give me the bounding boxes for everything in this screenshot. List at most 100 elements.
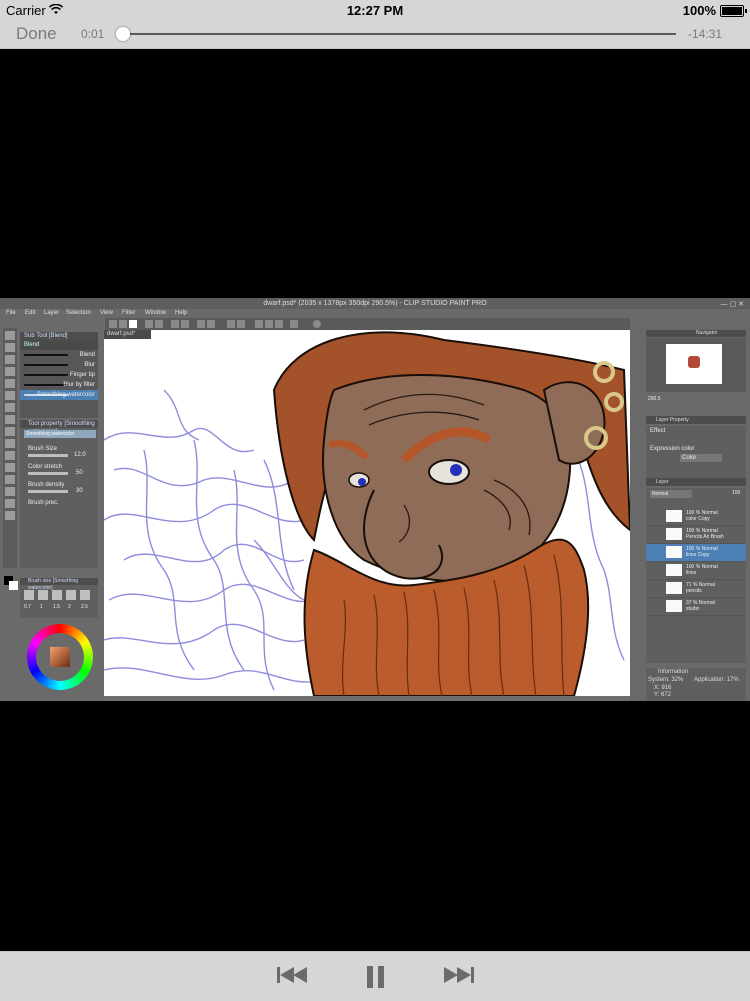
left-panel: Sub Tool [Blend] Blend Blend Blur Finger… [0, 318, 104, 701]
menu-item-filter: Filter [122, 310, 136, 316]
remaining-time: -14:31 [687, 27, 722, 41]
layer-property-panel: Effect Expression color Color [646, 426, 746, 478]
navigator-panel [646, 338, 746, 392]
tool-strip [3, 328, 17, 568]
app-title-bar: dwarf.psd* (2035 x 1378px 350dpi 290.5%)… [0, 298, 750, 309]
property-label: Brush Size [28, 446, 58, 452]
subtool-item: Blur [20, 360, 98, 370]
property-label: Brush prec. [28, 500, 59, 506]
brush-size-value: 2.5 [81, 604, 88, 610]
scrubber-thumb[interactable] [116, 27, 130, 41]
expression-color-select: Color [680, 454, 722, 462]
expression-color-label: Expression color [650, 446, 695, 452]
color-swatches [4, 576, 18, 590]
menu-item-selection: Selection [66, 310, 91, 316]
navigator-label: Navigator [646, 330, 746, 337]
color-stretch-slider [28, 472, 68, 475]
brush-size-value: 0.7 [24, 604, 31, 610]
status-bar: Carrier 12:27 PM 100% [0, 0, 750, 20]
brush-size-slider [28, 454, 68, 457]
subtool-header: Sub Tool [Blend] [20, 332, 98, 340]
player-controls-bar [0, 951, 750, 1001]
effect-label: Effect [650, 428, 666, 434]
done-button[interactable]: Done [16, 24, 57, 44]
layer-row: 100 % Normal lines [646, 562, 746, 580]
app-menu-bar: File Edit Layer Selection View Filter Wi… [0, 309, 750, 318]
clock: 12:27 PM [346, 3, 404, 18]
brush-size-value: 2 [68, 604, 71, 610]
subtool-item: Blur by filter [20, 380, 98, 390]
tool-property-name: Smoothing watercolor [24, 430, 96, 438]
scrubber-track[interactable] [122, 33, 676, 35]
brush-size-value: 1 [40, 604, 43, 610]
elapsed-time: 0:01 [81, 27, 105, 41]
info-panel: Information System: 32% Application: 17%… [646, 668, 746, 701]
subtool-label: Blur [84, 362, 95, 368]
menu-item-help: Help [175, 310, 188, 316]
brush-size-value: 1.5 [53, 604, 60, 610]
blend-mode-select: Normal [650, 490, 692, 498]
layer-text: color Copy [686, 516, 710, 522]
app-title: dwarf.psd* (2035 x 1378px 350dpi 290.5%)… [263, 300, 487, 307]
player-top-bar: Done 0:01 -14:31 [0, 20, 750, 49]
menu-item-window: Window [145, 310, 167, 316]
video-frame[interactable]: dwarf.psd* (2035 x 1378px 350dpi 290.5%)… [0, 298, 750, 701]
layer-text: studio [686, 606, 700, 612]
application-usage: Application: 17% [694, 677, 739, 683]
layer-row: 71 % Normal pencils [646, 580, 746, 598]
command-bar [105, 318, 630, 330]
previous-icon[interactable] [276, 965, 310, 990]
property-value: 50 [76, 470, 83, 476]
subtool-panel: Sub Tool [Blend] Blend Blend Blur Finger… [20, 332, 98, 418]
pause-icon[interactable] [366, 965, 386, 994]
layer-row: 37 % Normal studio [646, 598, 746, 616]
menu-item-edit: Edit [25, 310, 36, 316]
brush-size-header: Brush size [Smoothing watercolor] [20, 578, 98, 591]
property-value: 30 [76, 488, 83, 494]
right-panel: Navigator 290.5 Layer Property Effect Ex… [630, 318, 750, 701]
subtool-label: Smoothing watercolor [36, 392, 95, 398]
menu-item-file: File [6, 310, 16, 316]
layer-property-header: Layer Property [646, 416, 746, 424]
layer-panel: Normal 100 100 % Normal color Copy 100 % … [646, 488, 746, 663]
info-label: Information [658, 669, 689, 675]
menu-item-view: View [100, 310, 113, 316]
zoom-value: 290.5 [648, 396, 661, 402]
layer-panel-header: Layer [646, 478, 746, 486]
brush-size-panel: Brush size [Smoothing watercolor] 0.7 1 … [20, 578, 98, 618]
layer-text: Normal [701, 564, 718, 570]
opacity-value: 100 [732, 490, 741, 496]
subtool-item: Finger tip [20, 370, 98, 380]
canvas-tab: dwarf.psd* [104, 330, 151, 339]
subtool-tab: Blend [24, 342, 40, 348]
brush-density-slider [28, 490, 68, 493]
layer-row: 100 % Normal lines Copy [646, 544, 746, 562]
cursor-x: X: 916 [654, 685, 672, 691]
subtool-item: Blend [20, 350, 98, 360]
subtool-label: Finger tip [69, 372, 95, 378]
cursor-y: Y: 672 [654, 692, 672, 698]
subtool-item: Smoothing watercolor [20, 390, 98, 400]
property-label: Color stretch [28, 464, 63, 470]
dwarf-illustration [104, 331, 630, 696]
subtool-label: Blend [79, 352, 95, 358]
layer-row: 100 % Normal Pencils Air Brush [646, 526, 746, 544]
tool-property-header: Tool property [Smoothing watercolor] [20, 420, 98, 435]
layer-text: lines [686, 570, 697, 576]
drawing-canvas [104, 330, 630, 696]
property-label: Brush density [28, 482, 65, 488]
battery-percent: 100% [682, 3, 716, 18]
subtool-label: Blur by filter [63, 382, 95, 388]
menu-item-layer: Layer [44, 310, 60, 316]
layer-text: Normal [698, 600, 715, 606]
layer-text: lines Copy [686, 552, 710, 558]
next-icon[interactable] [441, 965, 475, 990]
battery-icon [720, 5, 747, 17]
layer-row: 100 % Normal color Copy [646, 508, 746, 526]
property-value: 12.0 [74, 452, 86, 458]
system-usage: System: 32% [648, 677, 684, 683]
tool-property-panel: Tool property [Smoothing watercolor] Smo… [20, 420, 98, 568]
layer-text: Pencils Air Brush [686, 534, 724, 540]
layer-text: pencils [686, 588, 702, 594]
color-wheel [27, 624, 93, 690]
